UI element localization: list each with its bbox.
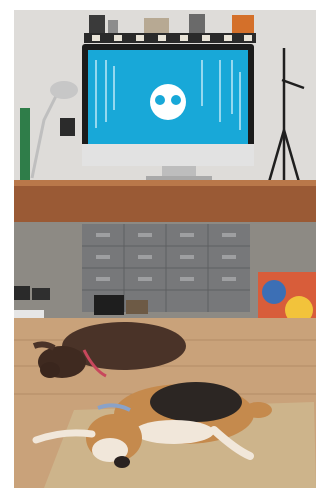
wall-socket [60, 118, 75, 136]
screen-logo-icon [150, 84, 186, 120]
desk-top [14, 180, 316, 222]
monitor [82, 44, 254, 181]
photo [14, 10, 316, 488]
photo-illustration [14, 10, 316, 488]
green-bottle [20, 108, 30, 180]
